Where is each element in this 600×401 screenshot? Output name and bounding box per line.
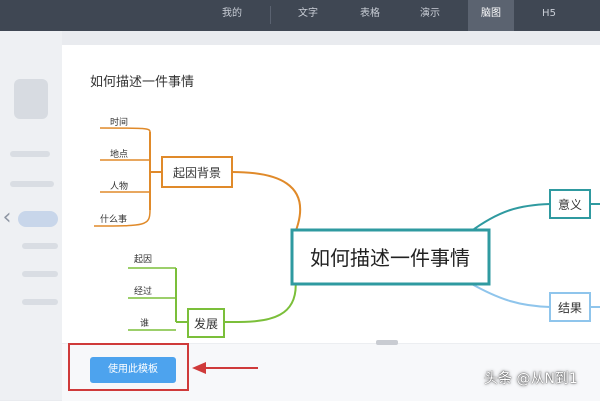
use-template-button[interactable]: 使用此模板 xyxy=(90,357,176,383)
mindmap-leaf-dev-cause: 起因 xyxy=(134,254,152,265)
connector-root-development xyxy=(223,261,297,324)
connector-root-cause xyxy=(231,171,302,241)
mindmap-root-label: 如何描述一件事情 xyxy=(310,246,470,270)
mindmap-leaf-place: 地点 xyxy=(110,148,128,160)
mindmap-leaf-time: 时间 xyxy=(110,116,128,128)
mindmap-node-development-label: 发展 xyxy=(194,316,218,331)
watermark: 头条 @从N到1 xyxy=(484,371,578,387)
mindmap-leaf-event: 什么事 xyxy=(100,213,127,225)
scroll-handle[interactable] xyxy=(376,340,398,345)
annotation-arrow-icon xyxy=(192,362,258,374)
mindmap-diagram: 如何描述一件事情 起因背景 发展 意义 结果 时间 地点 人物 什么事 起因 经… xyxy=(93,116,600,338)
mindmap-node-cause-label: 起因背景 xyxy=(173,166,221,180)
mindmap-node-result-label: 结果 xyxy=(558,301,582,315)
connector-root-meaning xyxy=(469,203,551,233)
mindmap-leaf-person: 人物 xyxy=(110,180,128,192)
connector-root-result xyxy=(469,282,551,308)
mindmap-leaf-dev-process: 经过 xyxy=(134,285,152,297)
mindmap-node-meaning-label: 意义 xyxy=(558,197,582,212)
mindmap-leaf-dev-who: 谁 xyxy=(140,318,149,329)
connector-cause-time xyxy=(99,127,151,133)
